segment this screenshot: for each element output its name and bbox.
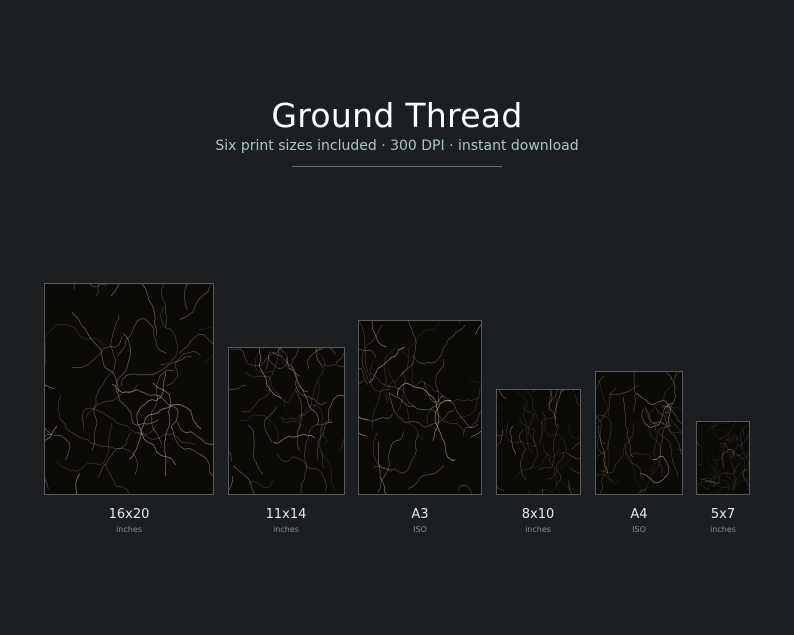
print-preview-11x14 (228, 347, 345, 495)
page-title: Ground Thread (271, 96, 523, 135)
print-preview-8x10 (496, 389, 581, 495)
print-size-label: 11x14 (265, 507, 307, 522)
print-unit-label: ISO (413, 525, 427, 534)
artwork-image (229, 348, 344, 494)
print-size-label: 16x20 (108, 507, 150, 522)
artwork-image (359, 321, 481, 494)
artwork-image (697, 422, 749, 494)
print-unit-label: inches (273, 525, 299, 534)
print-unit-label: inches (116, 525, 142, 534)
artwork-image (45, 284, 213, 494)
page-subtitle: Six print sizes included · 300 DPI · ins… (215, 138, 579, 154)
title-divider (292, 166, 502, 167)
print-preview-16x20 (44, 283, 214, 495)
artwork-image (497, 390, 580, 494)
print-unit-label: inches (710, 525, 736, 534)
artwork-image (596, 372, 682, 494)
print-preview-5x7 (696, 421, 750, 495)
print-preview-a4 (595, 371, 683, 495)
print-size-label: A3 (411, 507, 429, 522)
print-preview-a3 (358, 320, 482, 495)
print-size-label: 5x7 (710, 507, 736, 522)
